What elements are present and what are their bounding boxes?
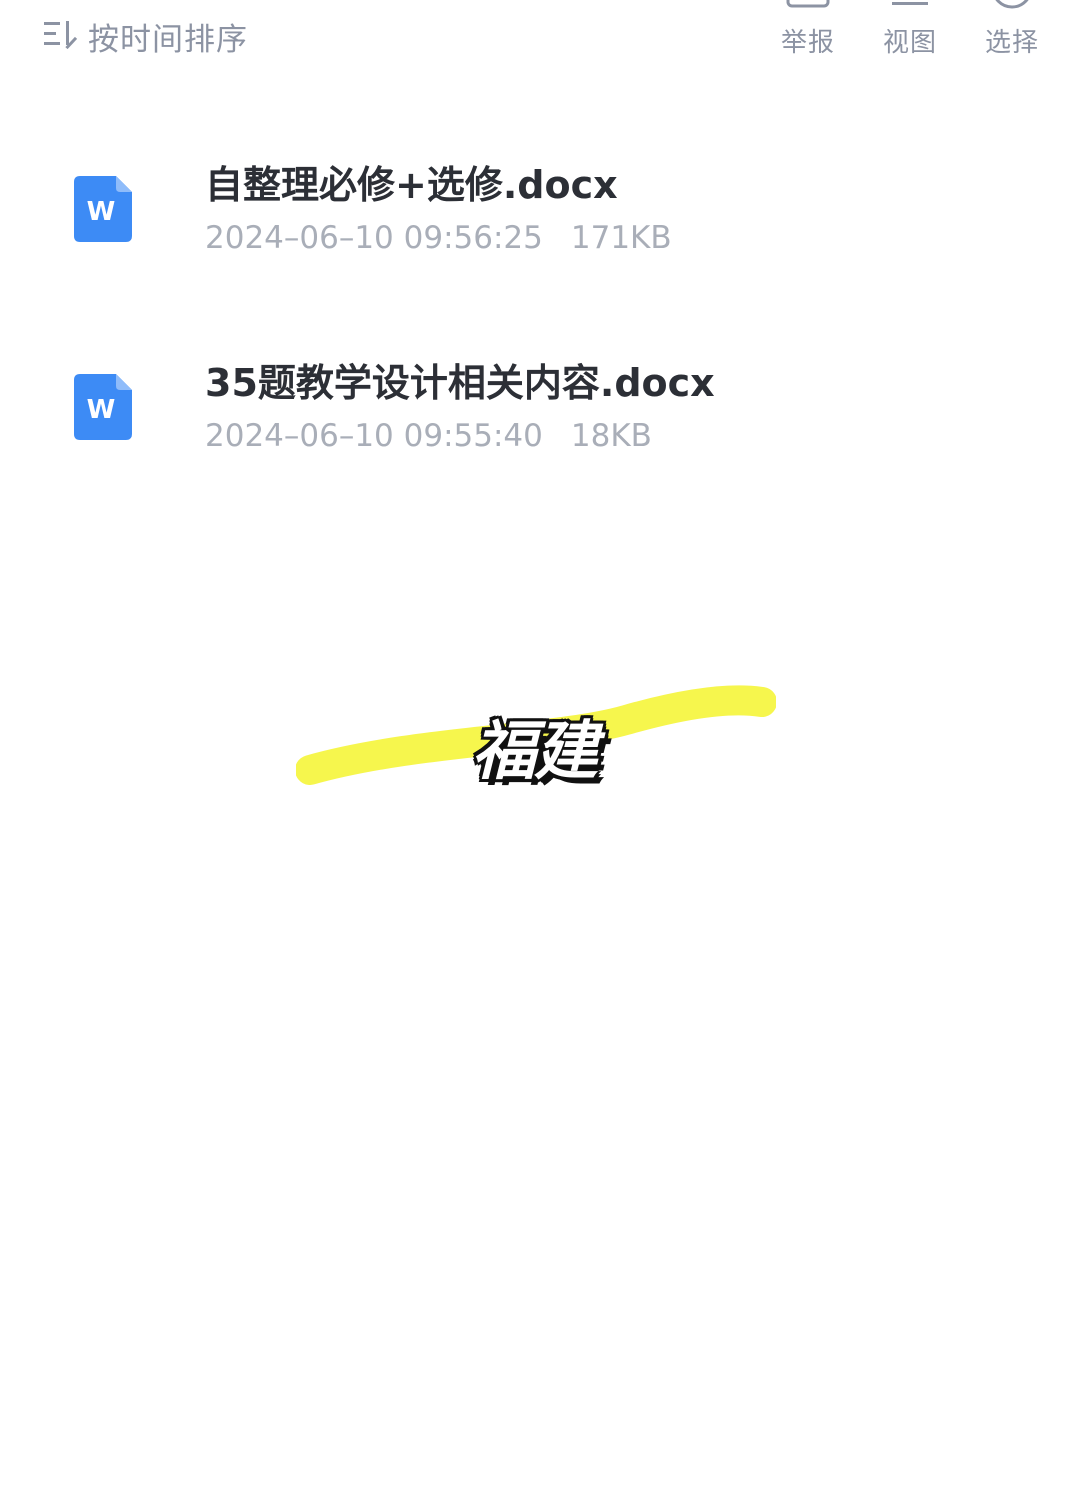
file-size: 18KB [570,418,652,454]
report-button[interactable]: 举报 [768,0,848,62]
location-tag-text: 福建 [472,714,598,789]
sort-icon [44,19,78,53]
view-icon [890,0,930,12]
select-icon [990,0,1034,16]
file-list-item[interactable]: W 35题教学设计相关内容.docx 2024–06–10 09:55:40 1… [0,338,1080,536]
word-doc-icon: W [74,374,132,440]
select-button[interactable]: 选择 [972,0,1052,62]
select-label: 选择 [984,28,1039,58]
file-meta: 2024–06–10 09:56:25 171KB [205,220,672,256]
word-doc-icon: W [74,176,132,242]
toolbar: 按时间排序 举报 视图 选择 [0,0,1080,90]
sort-by-time-button[interactable]: 按时间排序 [44,14,248,58]
report-label: 举报 [780,28,835,58]
svg-text:W: W [87,197,116,227]
report-icon [786,0,830,12]
sort-label: 按时间排序 [88,21,248,58]
file-size: 171KB [570,220,672,256]
file-date: 2024–06–10 09:56:25 [205,220,543,256]
file-list: W 自整理必修+选修.docx 2024–06–10 09:56:25 171K… [0,140,1080,536]
view-button[interactable]: 视图 [870,0,950,62]
file-name: 自整理必修+选修.docx [205,163,618,207]
view-label: 视图 [882,28,937,58]
svg-text:W: W [87,395,116,425]
file-name: 35题教学设计相关内容.docx [205,361,715,405]
file-list-item[interactable]: W 自整理必修+选修.docx 2024–06–10 09:56:25 171K… [0,140,1080,338]
file-meta: 2024–06–10 09:55:40 18KB [205,418,652,454]
file-date: 2024–06–10 09:55:40 [205,418,543,454]
location-tag-overlay: 福建 [296,680,776,800]
